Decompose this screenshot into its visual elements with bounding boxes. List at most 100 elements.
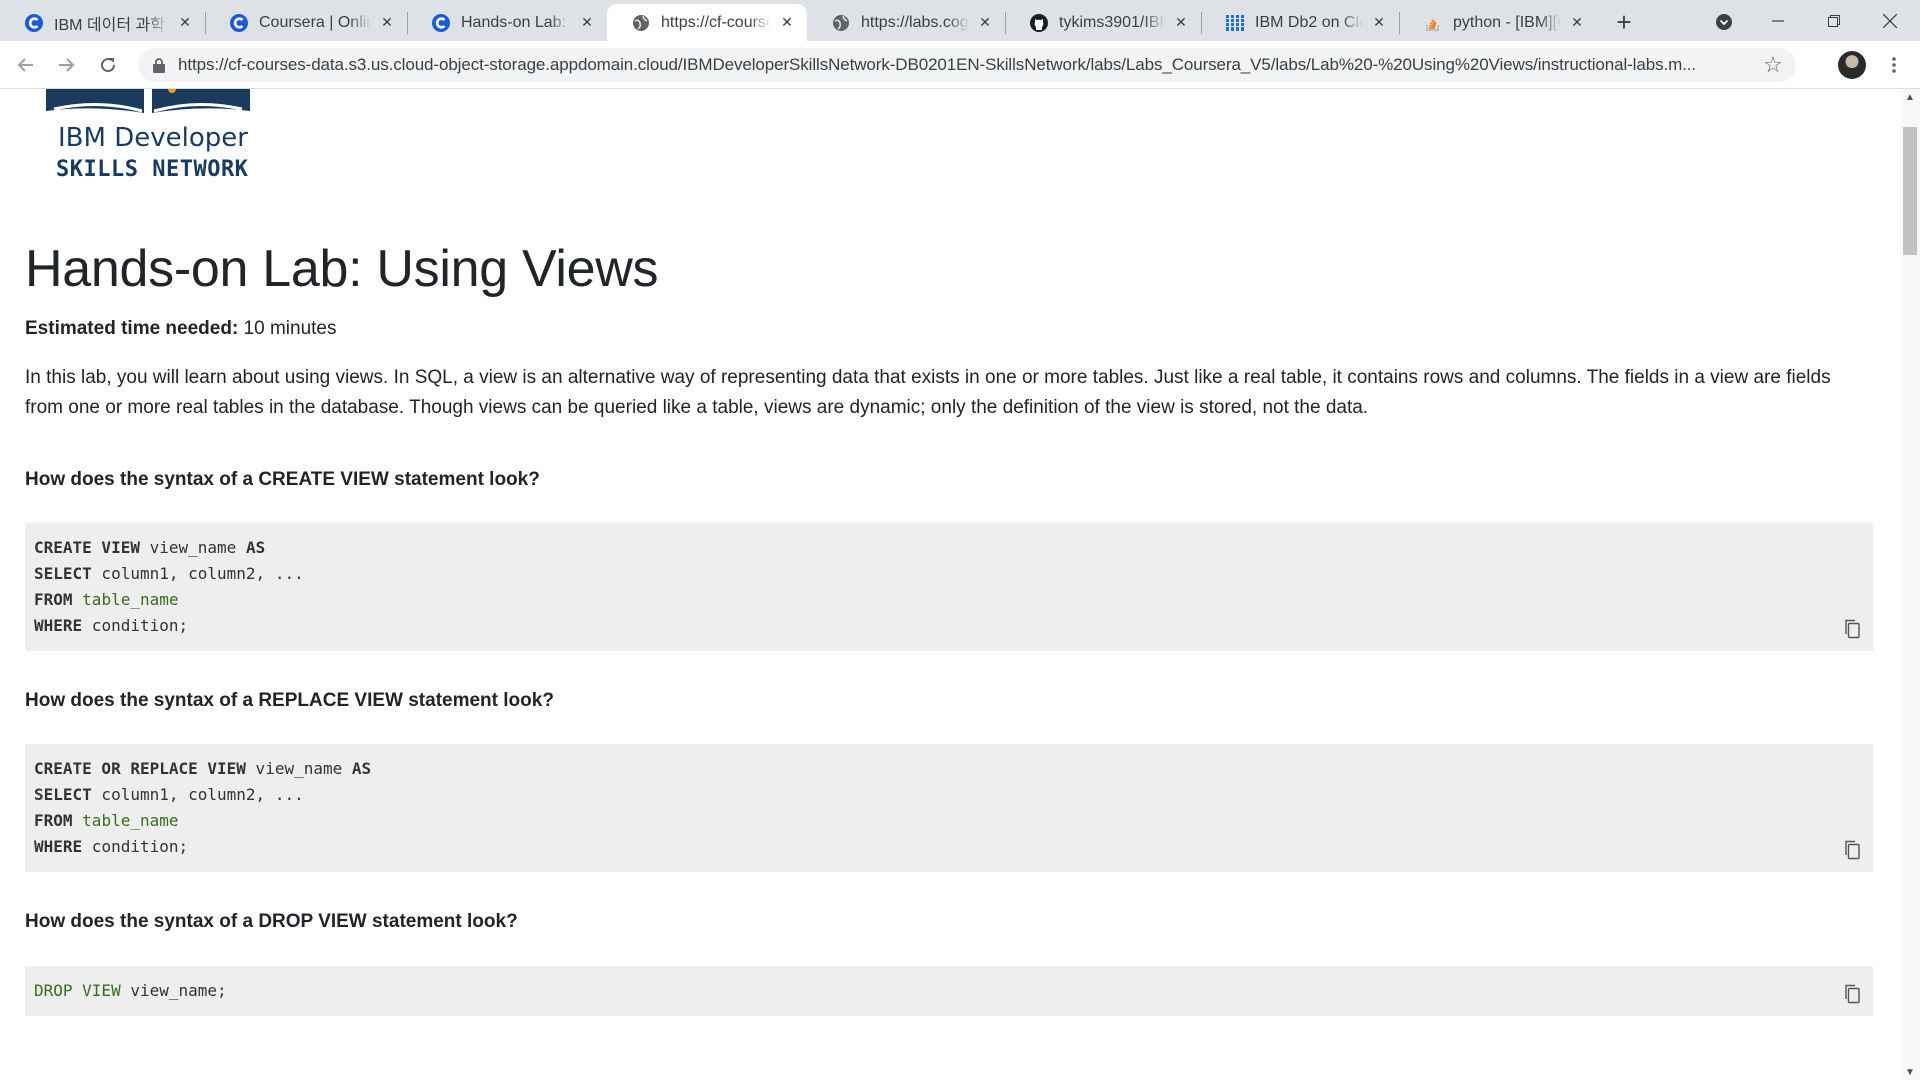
tab-title: https://labs.cogni <box>861 13 969 31</box>
code-token: CREATE VIEW <box>34 538 140 557</box>
code-block[interactable]: DROP VIEW view_name; <box>25 966 1873 1016</box>
estimated-time-value: 10 minutes <box>238 318 337 339</box>
code-block[interactable]: CREATE OR REPLACE VIEW view_name AS SELEC… <box>25 744 1873 872</box>
code-token: AS <box>245 538 266 557</box>
code-line: SELECT column1, column2, ... <box>34 561 1864 587</box>
estimated-time-label: Estimated time needed: <box>25 318 239 339</box>
tab-title: https://cf-courses <box>661 13 771 31</box>
code-token: column1, column2, ... <box>91 564 304 583</box>
code-token: column1, column2, ... <box>91 785 304 804</box>
tab-title: IBM 데이터 과학 <box>54 16 165 34</box>
tab-search-button[interactable] <box>1708 6 1740 38</box>
url-text[interactable]: https://cf-courses-data.s3.us.cloud-obje… <box>178 55 1758 75</box>
bookmark-star-icon[interactable]: ☆ <box>1758 50 1788 80</box>
copy-code-icon[interactable] <box>1841 982 1863 1006</box>
code-line: DROP VIEW view_name; <box>34 978 1864 1004</box>
browser-tab[interactable]: Hands-on Lab: Us ✕ <box>407 4 607 41</box>
tab-close-icon[interactable]: ✕ <box>175 13 195 33</box>
forward-button[interactable] <box>50 49 82 81</box>
more-vert-icon <box>1892 57 1896 73</box>
lock-icon[interactable] <box>150 56 168 74</box>
scrollbar-thumb[interactable] <box>1903 127 1917 255</box>
section-heading: How does the syntax of a CREATE VIEW sta… <box>25 469 540 490</box>
tab-title: python - [IBM][C <box>1453 13 1561 31</box>
restore-button[interactable] <box>1806 0 1862 41</box>
globe-icon <box>831 13 851 33</box>
tab-close-icon[interactable]: ✕ <box>577 13 597 33</box>
reload-button[interactable] <box>92 49 124 81</box>
browser-tab[interactable]: https://labs.cogni ✕ <box>807 4 1005 41</box>
browser-tab[interactable]: IBM Db2 on Clou ✕ <box>1201 4 1399 41</box>
browser-menu-button[interactable] <box>1880 51 1908 79</box>
code-block[interactable]: CREATE VIEW view_name AS SELECT column1, … <box>25 523 1873 651</box>
stackoverflow-icon <box>1423 13 1443 33</box>
address-bar[interactable]: https://cf-courses-data.s3.us.cloud-obje… <box>138 48 1796 82</box>
close-window-icon <box>1883 13 1897 28</box>
browser-tab[interactable]: Coursera | Online ✕ <box>205 4 407 41</box>
forward-arrow-icon <box>59 58 75 72</box>
profile-avatar[interactable] <box>1838 51 1866 79</box>
open-book-logo-icon <box>46 89 250 113</box>
browser-tab[interactable]: IBM 데이터 과학 ✕ <box>0 4 205 41</box>
code-line: WHERE condition; <box>34 834 1864 860</box>
code-line: CREATE VIEW view_name AS <box>34 535 1864 561</box>
code-token: WHERE <box>34 616 83 635</box>
ibm-skills-network-logo: IBM Developer SKILLS NETWORK <box>44 89 264 191</box>
ibm-icon <box>1225 13 1245 33</box>
scroll-up-arrow-icon[interactable]: ▲ <box>1900 89 1920 105</box>
section-heading: How does the syntax of a DROP VIEW state… <box>25 911 518 932</box>
coursera-icon <box>229 13 249 33</box>
code-token: view_name; <box>120 981 227 1000</box>
tab-close-icon[interactable]: ✕ <box>377 13 397 33</box>
browser-tab[interactable]: python - [IBM][C ✕ <box>1399 4 1597 41</box>
tab-title: tykims3901/IBM- <box>1059 13 1165 31</box>
tab-close-icon[interactable]: ✕ <box>975 13 995 33</box>
code-line: SELECT column1, column2, ... <box>34 782 1864 808</box>
code-line: CREATE OR REPLACE VIEW view_name AS <box>34 756 1864 782</box>
page-title: Hands-on Lab: Using Views <box>25 240 659 298</box>
code-token: DROP VIEW <box>34 981 121 1000</box>
tab-close-icon[interactable]: ✕ <box>1567 13 1587 33</box>
tab-search-icon <box>1716 14 1732 30</box>
intro-paragraph: In this lab, you will learn about using … <box>25 367 1831 418</box>
page-scrollbar[interactable]: ▲ ▼ <box>1900 89 1920 1080</box>
code-token: SELECT <box>34 564 92 583</box>
new-tab-button[interactable]: + <box>1608 6 1640 38</box>
coursera-icon <box>24 13 44 33</box>
tab-strip: IBM 데이터 과학✕Coursera | Online✕Hands-on La… <box>0 0 1920 41</box>
minimize-icon <box>1772 19 1784 22</box>
code-token: table_name <box>82 811 179 830</box>
browser-tab[interactable]: https://cf-courses ✕ <box>607 4 807 41</box>
page-viewport: IBM Developer SKILLS NETWORK Hands-on La… <box>0 89 1900 1080</box>
back-arrow-icon <box>17 58 33 72</box>
tab-close-icon[interactable]: ✕ <box>1369 13 1389 33</box>
logo-text-line2: SKILLS NETWORK <box>56 157 249 182</box>
code-token: table_name <box>82 590 179 609</box>
copy-code-icon[interactable] <box>1841 838 1863 862</box>
code-line: WHERE condition; <box>34 613 1864 639</box>
code-token: view_name <box>245 759 352 778</box>
tab-title: Hands-on Lab: Us <box>461 13 571 31</box>
tab-close-icon[interactable]: ✕ <box>777 13 797 33</box>
minimize-button[interactable] <box>1750 0 1806 41</box>
copy-code-icon[interactable] <box>1841 617 1863 641</box>
code-token: CREATE OR REPLACE VIEW <box>34 759 246 778</box>
tab-close-icon[interactable]: ✕ <box>1171 13 1191 33</box>
code-token: view_name <box>139 538 246 557</box>
code-line: FROM table_name <box>34 808 1864 834</box>
back-button[interactable] <box>10 49 42 81</box>
section-heading: How does the syntax of a REPLACE VIEW st… <box>25 690 554 711</box>
restore-icon <box>1828 14 1840 27</box>
close-window-button[interactable] <box>1862 0 1918 41</box>
code-token: FROM <box>34 590 73 609</box>
github-icon <box>1029 13 1049 33</box>
browser-toolbar: https://cf-courses-data.s3.us.cloud-obje… <box>0 41 1920 89</box>
code-token: condition; <box>82 837 189 856</box>
scroll-down-arrow-icon[interactable]: ▼ <box>1900 1064 1920 1080</box>
code-token: FROM <box>34 811 73 830</box>
code-line: FROM table_name <box>34 587 1864 613</box>
code-token: AS <box>351 759 372 778</box>
code-token: WHERE <box>34 837 83 856</box>
browser-tab[interactable]: tykims3901/IBM- ✕ <box>1005 4 1201 41</box>
